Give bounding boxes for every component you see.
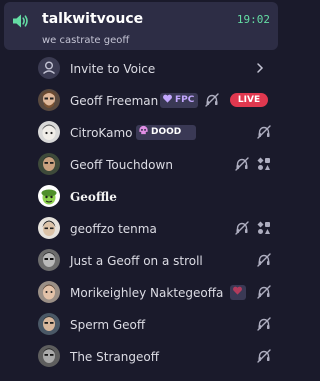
deafened-icon (235, 157, 249, 171)
avatar (38, 121, 60, 143)
chevron-right-icon (257, 63, 264, 73)
deafened-icon (235, 221, 249, 235)
deafened-icon (257, 317, 271, 331)
voice-member[interactable]: Geoffle (36, 183, 272, 211)
voice-member[interactable]: Geoff Freeman FPC LIVE (36, 87, 272, 115)
avatar (38, 153, 60, 175)
skull-icon (139, 125, 148, 135)
server-tag (230, 285, 246, 300)
member-name: CitroKamo (70, 126, 133, 140)
avatar (38, 185, 60, 207)
avatar (38, 281, 60, 303)
heart-icon (163, 94, 172, 103)
voice-channel-panel: talkwitvouce 19:02 we castrate geoff Inv… (0, 0, 282, 381)
activity-icon (257, 221, 270, 234)
deafened-icon (257, 125, 271, 139)
voice-member[interactable]: geoffzo tenma (36, 215, 272, 243)
avatar (38, 249, 60, 271)
invite-to-voice-button[interactable]: Invite to Voice (36, 55, 272, 83)
member-name: geoffzo tenma (70, 222, 157, 236)
heart-icon (233, 286, 242, 295)
deafened-icon (257, 349, 271, 363)
member-name: Geoff Touchdown (70, 158, 173, 172)
deafened-icon (257, 253, 271, 267)
member-name: Geoff Freeman (70, 94, 159, 108)
channel-name: talkwitvouce (42, 11, 144, 27)
live-badge: LIVE (230, 93, 268, 107)
invite-label: Invite to Voice (70, 62, 156, 76)
voice-member[interactable]: Sperm Geoff (36, 311, 272, 339)
channel-topic: we castrate geoff (42, 35, 130, 46)
member-name: The Strangeoff (70, 350, 159, 364)
server-tag: DOOD (136, 125, 196, 140)
tag-label: FPC (175, 95, 195, 105)
avatar (38, 217, 60, 239)
voice-member[interactable]: Morikeighley Naktegeoffa (36, 279, 272, 307)
deafened-icon (205, 93, 219, 107)
server-tag: FPC (160, 93, 198, 108)
voice-channel-header[interactable]: talkwitvouce 19:02 we castrate geoff (4, 2, 278, 50)
add-user-icon (38, 57, 60, 79)
deafened-icon (257, 285, 271, 299)
voice-member[interactable]: The Strangeoff (36, 343, 272, 371)
member-name: Sperm Geoff (70, 318, 146, 332)
channel-timer: 19:02 (236, 13, 270, 26)
speaker-icon (13, 14, 28, 28)
member-name: Morikeighley Naktegeoffa (70, 286, 224, 300)
avatar (38, 89, 60, 111)
voice-member[interactable]: Geoff Touchdown (36, 151, 272, 179)
voice-member[interactable]: CitroKamo DOOD (36, 119, 272, 147)
activity-icon (257, 157, 270, 170)
avatar (38, 313, 60, 335)
tag-label: DOOD (151, 127, 182, 137)
voice-member[interactable]: Just a Geoff on a stroll (36, 247, 272, 275)
avatar (38, 345, 60, 367)
member-name: Just a Geoff on a stroll (70, 254, 203, 268)
member-name: Geoffle (70, 190, 117, 204)
